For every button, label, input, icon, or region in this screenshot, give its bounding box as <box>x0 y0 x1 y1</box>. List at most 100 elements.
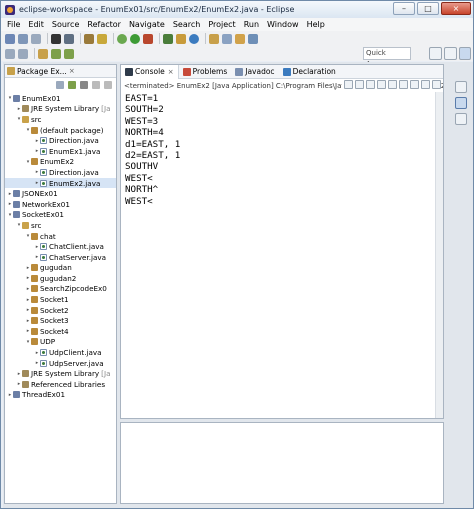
menu-refactor[interactable]: Refactor <box>87 20 121 29</box>
tree-item[interactable]: ▸ Socket2 <box>5 305 116 316</box>
tree-item[interactable]: ▸ ChatServer.java <box>5 252 116 263</box>
remove-all-terminated-icon[interactable] <box>366 80 375 89</box>
package-explorer-tab[interactable]: Package Ex... <box>17 67 67 76</box>
menu-help[interactable]: Help <box>307 20 325 29</box>
forward-arrow-icon[interactable] <box>64 48 74 59</box>
search-icon[interactable] <box>222 33 232 44</box>
tree-item[interactable]: ▸ UdpServer.java <box>5 358 116 369</box>
tree-item[interactable]: ▾ src <box>5 220 116 231</box>
minimize-button[interactable]: – <box>393 2 415 15</box>
remove-launch-icon[interactable] <box>355 80 364 89</box>
menu-window[interactable]: Window <box>267 20 299 29</box>
clear-console-icon[interactable] <box>377 80 386 89</box>
tree-item[interactable]: ▸ UdpClient.java <box>5 347 116 358</box>
tree-item[interactable]: ▾ chat <box>5 231 116 242</box>
save-icon[interactable] <box>18 33 28 44</box>
java-file-icon <box>40 243 47 251</box>
open-console-icon[interactable] <box>432 80 441 89</box>
tree-item[interactable]: ▸ EnumEx2.java <box>5 177 116 189</box>
profile-icon[interactable] <box>64 33 74 44</box>
collapse-all-icon[interactable] <box>56 81 64 89</box>
console-scrollbar[interactable] <box>435 92 443 418</box>
tree-item[interactable]: ▾ src <box>5 114 116 125</box>
menu-search[interactable]: Search <box>173 20 200 29</box>
tree-item[interactable]: ▸ Socket3 <box>5 315 116 326</box>
terminal-icon[interactable] <box>51 33 61 44</box>
restore-icon[interactable] <box>455 81 467 93</box>
console-output[interactable]: EAST=1 SOUTH=2 WEST=3 NORTH=4 d1=EAST, 1 d2=E… <box>125 93 441 207</box>
save-all-icon[interactable] <box>31 33 41 44</box>
task-list-icon[interactable] <box>455 113 467 125</box>
tree-item[interactable]: ▾ (default package) <box>5 125 116 136</box>
package-explorer-close-icon[interactable]: × <box>69 67 75 75</box>
tree-item[interactable]: ▸ EnumEx1.java <box>5 146 116 157</box>
external-tools-icon[interactable] <box>143 33 153 44</box>
tree-item[interactable]: ▸ Direction.java <box>5 135 116 146</box>
tree-item-label: UdpServer.java <box>49 358 104 368</box>
debug-icon[interactable] <box>97 33 107 44</box>
last-edit-icon[interactable] <box>38 48 48 59</box>
tree-item[interactable]: ▾ EnumEx01 <box>5 93 116 104</box>
package-icon <box>31 274 38 282</box>
tree-item[interactable]: ▾ UDP <box>5 337 116 348</box>
menu-source[interactable]: Source <box>52 20 79 29</box>
tree-item-label: Direction.java <box>49 136 99 146</box>
menu-project[interactable]: Project <box>208 20 235 29</box>
scroll-lock-icon[interactable] <box>388 80 397 89</box>
menu-run[interactable]: Run <box>244 20 259 29</box>
outline-icon[interactable] <box>455 97 467 109</box>
tab-javadoc[interactable]: Javadoc <box>231 65 278 79</box>
tree-item[interactable]: ▾ EnumEx2 <box>5 157 116 168</box>
tree-item[interactable]: ▸ Socket4 <box>5 326 116 337</box>
java-perspective-icon[interactable] <box>459 47 471 60</box>
display-console-icon[interactable] <box>421 80 430 89</box>
new-java-project-icon[interactable] <box>163 33 173 44</box>
tree-item[interactable]: ▸ Direction.java <box>5 167 116 178</box>
tree-item[interactable]: ▸ JRE System Library [Ja <box>5 104 116 115</box>
tab-declaration[interactable]: Declaration <box>279 65 340 79</box>
open-perspective-icon[interactable] <box>429 47 442 60</box>
tree-item[interactable]: ▸ Referenced Libraries <box>5 379 116 390</box>
tree-item[interactable]: ▸ NetworkEx01 <box>5 199 116 210</box>
java-file-icon <box>40 349 47 357</box>
tab-console[interactable]: Console × <box>121 65 179 79</box>
menu-edit[interactable]: Edit <box>28 20 44 29</box>
debug-run-icon[interactable] <box>117 33 127 44</box>
tree-item[interactable]: ▾ SocketEx01 <box>5 210 116 221</box>
close-button[interactable]: × <box>441 2 471 15</box>
tree-item[interactable]: ▸ ThreadEx01 <box>5 390 116 401</box>
run-icon[interactable] <box>130 33 140 44</box>
quick-access-input[interactable]: Quick Access <box>363 47 411 68</box>
tree-item[interactable]: ▸ JRE System Library [Ja <box>5 368 116 379</box>
next-annotation-icon[interactable] <box>5 48 15 59</box>
maximize-button[interactable]: □ <box>417 2 439 15</box>
minimize-view-icon[interactable] <box>92 81 100 89</box>
pin-console-icon[interactable] <box>410 80 419 89</box>
tree-item[interactable]: ▸ gugudan <box>5 263 116 274</box>
tab-problems[interactable]: Problems <box>179 65 232 79</box>
back-arrow-icon[interactable] <box>51 48 61 59</box>
tab-problems-label: Problems <box>192 67 228 76</box>
tree-item[interactable]: ▸ Socket1 <box>5 294 116 305</box>
word-wrap-icon[interactable] <box>399 80 408 89</box>
tree-item[interactable]: ▸ JSONEx01 <box>5 188 116 199</box>
menu-navigate[interactable]: Navigate <box>129 20 165 29</box>
open-type-icon[interactable] <box>209 33 219 44</box>
terminate-icon[interactable] <box>344 80 353 89</box>
previous-annotation-icon[interactable] <box>18 48 28 59</box>
link-with-editor-icon[interactable] <box>68 81 76 89</box>
menu-file[interactable]: File <box>7 20 20 29</box>
view-menu-icon[interactable] <box>80 81 88 89</box>
new-class-icon[interactable] <box>189 33 199 44</box>
open-task-icon[interactable] <box>235 33 245 44</box>
new-package-icon[interactable] <box>176 33 186 44</box>
maximize-view-icon[interactable] <box>104 81 112 89</box>
tree-item[interactable]: ▸ ChatClient.java <box>5 241 116 252</box>
java-ee-perspective-icon[interactable] <box>444 47 457 60</box>
tree-item[interactable]: ▸ gugudan2 <box>5 273 116 284</box>
skip-breakpoints-icon[interactable] <box>84 33 94 44</box>
new-icon[interactable] <box>5 33 15 44</box>
console-close-icon[interactable]: × <box>168 68 174 76</box>
tree-item[interactable]: ▸ SearchZipcodeEx0 <box>5 284 116 295</box>
toggle-mark-icon[interactable] <box>248 33 258 44</box>
